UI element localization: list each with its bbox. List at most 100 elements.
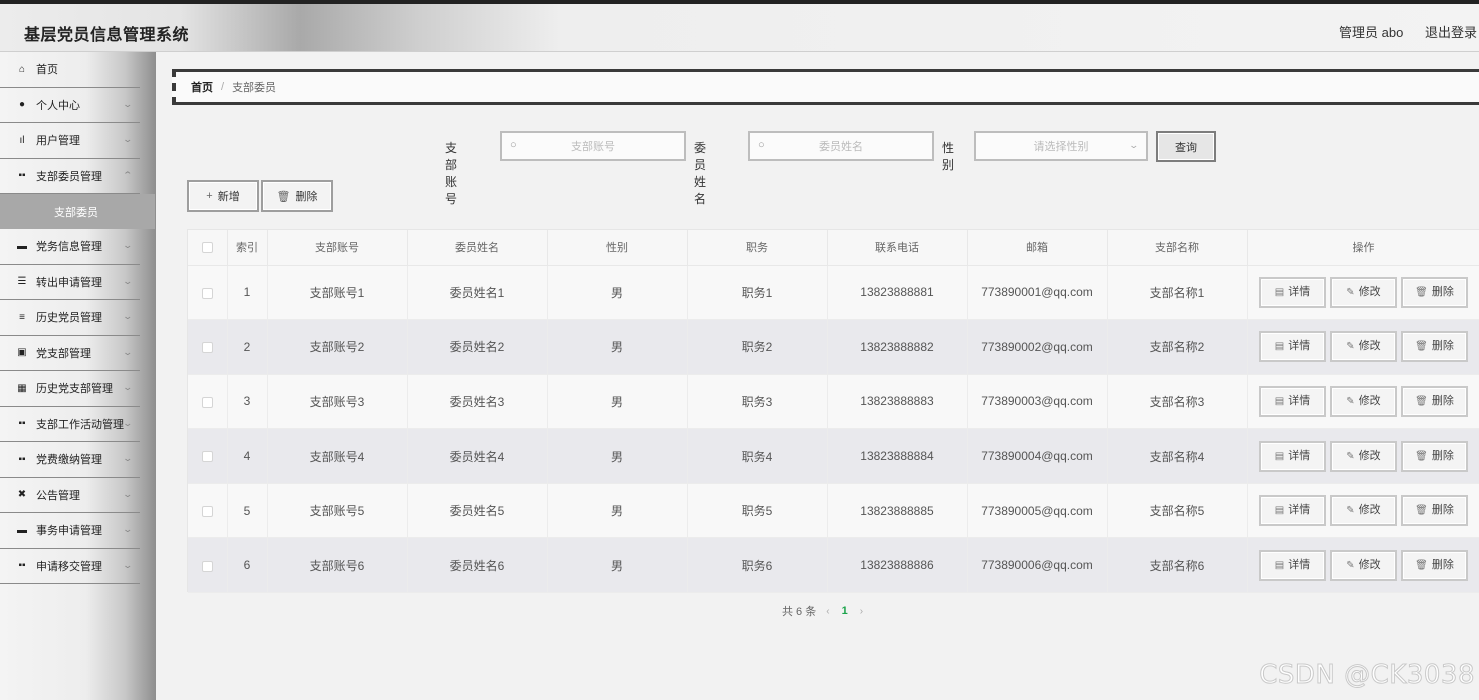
sidebar-item-home[interactable]: ⌂ 首页 [0, 52, 140, 88]
edit-button[interactable]: ✎ 修改 [1330, 385, 1397, 417]
row-actions: ▤ 详情 ✎ 修改 🗑 删除 [1247, 319, 1479, 375]
row-checkbox[interactable] [188, 537, 228, 594]
edit-button[interactable]: ✎ 修改 [1330, 331, 1397, 363]
row-checkbox[interactable] [188, 374, 228, 430]
user-icon: ● [18, 99, 26, 111]
sidebar-item-label: 党支部管理 [36, 347, 91, 360]
row-checkbox[interactable] [188, 483, 228, 539]
delete-button-label: 删除 [1431, 285, 1454, 298]
logout-link[interactable]: 退出登录 [1425, 25, 1477, 40]
query-button[interactable]: 查询 [1156, 131, 1216, 162]
table-cell: 13823888881 [827, 265, 968, 321]
pagination: 共 6 条 ‹ 1 › [782, 603, 873, 619]
edit-button[interactable]: ✎ 修改 [1330, 549, 1397, 581]
sidebar-item-committee-management[interactable]: ▪▪ 支部委员管理 ⌃ [0, 159, 140, 194]
edit-button-label: 修改 [1358, 449, 1381, 462]
sidebar-item-history-members[interactable]: ≡ 历史党员管理 ⌄ [0, 300, 140, 336]
detail-button[interactable]: ▤ 详情 [1259, 276, 1326, 308]
row-checkbox[interactable] [188, 265, 228, 321]
document-icon: ▤ [1274, 505, 1285, 517]
sidebar-item-announcements[interactable]: ✖ 公告管理 ⌄ [0, 478, 140, 513]
sidebar-item-history-branch[interactable]: ▦ 历史党支部管理 ⌄ [0, 371, 140, 407]
detail-button[interactable]: ▤ 详情 [1259, 549, 1326, 581]
account-search-input[interactable]: ○ 支部账号 [500, 131, 686, 161]
sidebar-item-label: 个人中心 [36, 99, 80, 112]
table-cell: 1 [227, 265, 268, 321]
detail-button[interactable]: ▤ 详情 [1259, 385, 1326, 417]
gender-placeholder: 请选择性别 [1033, 141, 1089, 153]
sidebar-item-branch[interactable]: ▣ 党支部管理 ⌄ [0, 336, 140, 371]
watermark: CSDN @CK3038 [1259, 660, 1475, 691]
select-all-checkbox[interactable] [188, 230, 228, 266]
edit-button[interactable]: ✎ 修改 [1330, 495, 1397, 527]
table-cell: 职务5 [687, 483, 828, 539]
table-cell: 委员姓名1 [407, 265, 548, 321]
detail-button-label: 详情 [1288, 394, 1311, 407]
sidebar-item-branch-activities[interactable]: ▪▪ 支部工作活动管理 ⌄ [0, 407, 140, 442]
sidebar-item-user-management[interactable]: ıl 用户管理 ⌄ [0, 123, 140, 159]
sidebar-item-transfer-out[interactable]: ☰ 转出申请管理 ⌄ [0, 265, 140, 300]
data-table: 索引 支部账号 委员姓名 性别 职务 联系电话 邮箱 支部名称 操作 1 支部账号… [187, 229, 1479, 594]
delete-button[interactable]: 🗑 删除 [1401, 385, 1468, 417]
table-cell: 委员姓名4 [407, 428, 548, 484]
table-cell: 6 [227, 537, 268, 594]
table-cell: 委员姓名6 [407, 537, 548, 594]
chevron-down-icon: ⌄ [122, 488, 134, 499]
batch-delete-button[interactable]: 🗑 删除 [261, 180, 333, 212]
edit-button-label: 修改 [1358, 558, 1381, 571]
table-cell: 委员姓名2 [407, 319, 548, 375]
document-icon: ▤ [1274, 341, 1285, 353]
row-actions: ▤ 详情 ✎ 修改 🗑 删除 [1247, 374, 1479, 430]
sidebar-item-personal-center[interactable]: ● 个人中心 ⌄ [0, 88, 140, 123]
edit-button[interactable]: ✎ 修改 [1330, 276, 1397, 308]
detail-button[interactable]: ▤ 详情 [1259, 495, 1326, 527]
row-checkbox[interactable] [188, 319, 228, 375]
table-cell: 男 [547, 374, 688, 430]
add-button[interactable]: + 新增 [187, 180, 259, 212]
grid-icon: ▪▪ [18, 170, 26, 182]
sidebar-item-label: 公告管理 [36, 489, 80, 502]
delete-button-label: 删除 [1431, 394, 1454, 407]
sidebar-item-label: 转出申请管理 [36, 276, 102, 289]
next-page-icon[interactable]: › [860, 606, 863, 617]
page-number-current[interactable]: 1 [842, 605, 848, 617]
delete-button[interactable]: 🗑 删除 [1401, 331, 1468, 363]
sidebar-item-label: 事务申请管理 [36, 525, 102, 538]
chevron-down-icon: ⌄ [122, 417, 134, 428]
delete-button-label: 删除 [1431, 340, 1454, 353]
name-search-input[interactable]: ○ 委员姓名 [748, 131, 934, 161]
table-cell: 13823888884 [827, 428, 968, 484]
chevron-down-icon: ⌄ [122, 382, 134, 392]
prev-page-icon[interactable]: ‹ [826, 606, 829, 617]
trash-icon: 🗑 [1415, 450, 1428, 462]
row-actions: ▤ 详情 ✎ 修改 🗑 删除 [1247, 265, 1479, 321]
delete-button[interactable]: 🗑 删除 [1401, 549, 1468, 581]
breadcrumb-current: 支部委员 [232, 82, 277, 94]
chevron-down-icon: ⌄ [122, 311, 134, 321]
sidebar-item-affairs-application[interactable]: ▬ 事务申请管理 ⌄ [0, 513, 140, 549]
column-header: 支部名称 [1107, 230, 1248, 266]
table-cell: 职务4 [687, 428, 828, 484]
column-header: 职务 [687, 230, 828, 266]
sidebar-item-label: 历史党支部管理 [36, 383, 113, 396]
table-cell: 职务3 [687, 374, 828, 430]
sidebar-subitem-committee[interactable]: 支部委员 [0, 194, 155, 229]
table-row: 1 支部账号1 委员姓名1 男职务1 13823888881 773890001@qq.c… [188, 265, 1479, 321]
detail-button[interactable]: ▤ 详情 [1259, 440, 1326, 472]
table-cell: 支部名称4 [1107, 428, 1248, 484]
delete-button[interactable]: 🗑 删除 [1401, 440, 1468, 472]
breadcrumb-home[interactable]: 首页 [191, 79, 213, 95]
chevron-down-icon: ⌄ [122, 453, 134, 463]
column-header: 邮箱 [967, 230, 1108, 266]
delete-button[interactable]: 🗑 删除 [1401, 495, 1468, 527]
sidebar-item-transfer-application[interactable]: ▪▪ 申请移交管理 ⌄ [0, 549, 140, 584]
sidebar-item-party-affairs[interactable]: ▬ 党务信息管理 ⌄ [0, 229, 140, 265]
table-cell: 男 [547, 428, 688, 484]
table-cell: 支部账号1 [267, 265, 408, 321]
row-checkbox[interactable] [188, 428, 228, 484]
detail-button[interactable]: ▤ 详情 [1259, 331, 1326, 363]
gender-select[interactable]: 请选择性别 ⌄ [974, 131, 1148, 161]
edit-button[interactable]: ✎ 修改 [1330, 440, 1397, 472]
delete-button[interactable]: 🗑 删除 [1401, 276, 1468, 308]
sidebar-item-party-fees[interactable]: ▪▪ 党费缴纳管理 ⌄ [0, 442, 140, 478]
